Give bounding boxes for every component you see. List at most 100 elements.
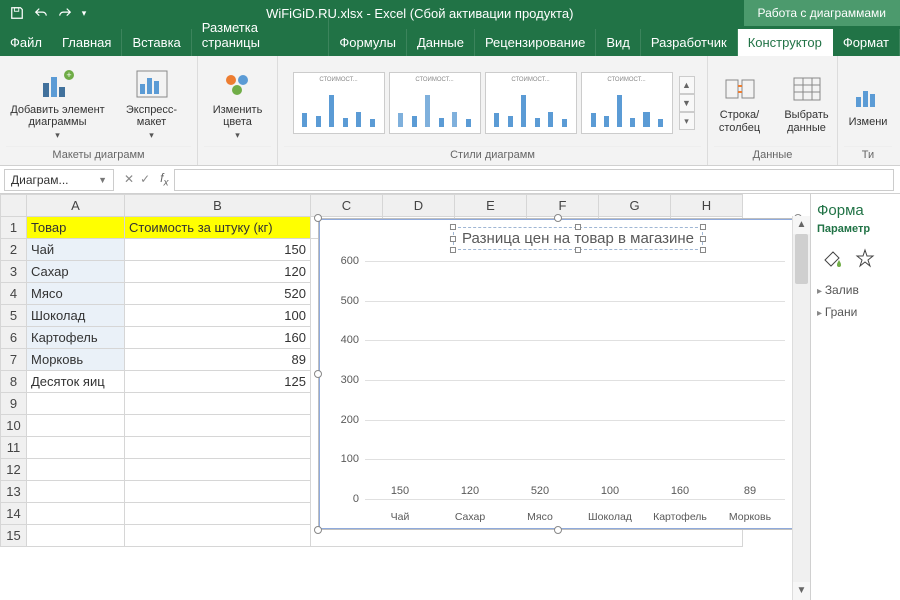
tab-home[interactable]: Главная <box>52 29 122 56</box>
row-header[interactable]: 5 <box>1 305 27 327</box>
cell[interactable]: Сахар <box>27 261 125 283</box>
save-button[interactable] <box>6 2 28 24</box>
cell[interactable] <box>27 393 125 415</box>
cell[interactable] <box>27 437 125 459</box>
worksheet-grid[interactable]: A B C D E F G H 1ТоварСтоимость за штуку… <box>0 194 810 600</box>
cell[interactable] <box>125 525 311 547</box>
effects-icon[interactable] <box>850 245 880 271</box>
change-colors-button[interactable]: Изменить цвета▾ <box>202 66 274 141</box>
quick-layout-button[interactable]: Экспресс-макет▾ <box>116 66 188 141</box>
col-header-H[interactable]: H <box>671 195 743 217</box>
select-all-corner[interactable] <box>1 195 27 217</box>
formula-bar-input[interactable] <box>174 169 894 191</box>
tab-review[interactable]: Рецензирование <box>475 29 596 56</box>
scroll-up-button[interactable]: ▲ <box>793 216 810 234</box>
resize-handle[interactable] <box>314 214 322 222</box>
row-header[interactable]: 12 <box>1 459 27 481</box>
cell[interactable]: 120 <box>125 261 311 283</box>
tab-developer[interactable]: Разработчик <box>641 29 738 56</box>
tab-insert[interactable]: Вставка <box>122 29 191 56</box>
cell[interactable] <box>125 503 311 525</box>
name-box[interactable]: Диаграм... ▼ <box>4 169 114 191</box>
row-header[interactable]: 9 <box>1 393 27 415</box>
col-header-C[interactable]: C <box>311 195 383 217</box>
undo-button[interactable] <box>30 2 52 24</box>
col-header-E[interactable]: E <box>455 195 527 217</box>
cell[interactable]: Чай <box>27 239 125 261</box>
styles-scroll-down[interactable]: ▼ <box>679 94 695 112</box>
add-chart-element-button[interactable]: + Добавить элемент диаграммы▾ <box>10 66 106 141</box>
cell[interactable] <box>27 481 125 503</box>
cell[interactable]: Картофель <box>27 327 125 349</box>
styles-scroll-up[interactable]: ▲ <box>679 76 695 94</box>
fx-icon[interactable]: fx <box>160 171 168 188</box>
row-header[interactable]: 3 <box>1 261 27 283</box>
embedded-chart[interactable]: Разница цен на товар в магазине 01002003… <box>318 218 798 530</box>
row-header[interactable]: 15 <box>1 525 27 547</box>
cell[interactable]: 125 <box>125 371 311 393</box>
cancel-formula-icon[interactable]: ✕ <box>124 172 134 186</box>
cell[interactable]: Стоимость за штуку (кг) <box>125 217 311 239</box>
customize-qa-dropdown[interactable]: ▾ <box>78 2 90 24</box>
name-box-dropdown-icon[interactable]: ▼ <box>98 175 107 185</box>
cell[interactable] <box>125 459 311 481</box>
tab-chart-design[interactable]: Конструктор <box>738 29 833 56</box>
cell[interactable] <box>27 459 125 481</box>
row-header[interactable]: 11 <box>1 437 27 459</box>
col-header-G[interactable]: G <box>599 195 671 217</box>
vertical-scrollbar[interactable]: ▲ ▼ <box>792 216 810 600</box>
tab-formulas[interactable]: Формулы <box>329 29 407 56</box>
row-header[interactable]: 2 <box>1 239 27 261</box>
chart-style-3[interactable]: СТОИМОСТ... <box>485 72 577 134</box>
cell[interactable]: 89 <box>125 349 311 371</box>
row-header[interactable]: 4 <box>1 283 27 305</box>
cell[interactable] <box>125 481 311 503</box>
tab-chart-format[interactable]: Формат <box>833 29 900 56</box>
cell[interactable]: Шоколад <box>27 305 125 327</box>
chart-style-2[interactable]: СТОИМОСТ... <box>389 72 481 134</box>
border-section[interactable]: Грани <box>817 301 894 323</box>
cell[interactable]: 160 <box>125 327 311 349</box>
scroll-down-button[interactable]: ▼ <box>793 582 810 600</box>
row-header[interactable]: 8 <box>1 371 27 393</box>
row-header[interactable]: 13 <box>1 481 27 503</box>
row-header[interactable]: 6 <box>1 327 27 349</box>
cell[interactable]: Мясо <box>27 283 125 305</box>
chart-style-4[interactable]: СТОИМОСТ... <box>581 72 673 134</box>
change-chart-type-button[interactable]: Измени <box>841 78 895 129</box>
chart-title[interactable]: Разница цен на товар в магазине <box>453 227 703 250</box>
tab-data[interactable]: Данные <box>407 29 475 56</box>
select-data-button[interactable]: Выбрать данные <box>779 71 835 134</box>
tab-file[interactable]: Файл <box>0 29 52 56</box>
cell[interactable]: 150 <box>125 239 311 261</box>
cell[interactable] <box>125 437 311 459</box>
col-header-D[interactable]: D <box>383 195 455 217</box>
cell[interactable]: Товар <box>27 217 125 239</box>
cell[interactable]: Десяток яиц <box>27 371 125 393</box>
cell[interactable] <box>125 415 311 437</box>
scroll-thumb[interactable] <box>795 234 808 284</box>
cell[interactable]: Морковь <box>27 349 125 371</box>
chart-plot-area[interactable]: 15012052010016089 <box>365 261 785 499</box>
col-header-F[interactable]: F <box>527 195 599 217</box>
cell[interactable] <box>27 525 125 547</box>
row-header[interactable]: 1 <box>1 217 27 239</box>
row-header[interactable]: 14 <box>1 503 27 525</box>
col-header-B[interactable]: B <box>125 195 311 217</box>
resize-handle[interactable] <box>554 214 562 222</box>
enter-formula-icon[interactable]: ✓ <box>140 172 150 186</box>
row-header[interactable]: 7 <box>1 349 27 371</box>
tab-page-layout[interactable]: Разметка страницы <box>192 14 330 56</box>
cell[interactable] <box>27 415 125 437</box>
paint-bucket-icon[interactable] <box>817 245 847 271</box>
switch-row-column-button[interactable]: Строка/столбец <box>711 71 769 134</box>
row-header[interactable]: 10 <box>1 415 27 437</box>
redo-button[interactable] <box>54 2 76 24</box>
cell[interactable]: 100 <box>125 305 311 327</box>
fill-section[interactable]: Залив <box>817 279 894 301</box>
chart-style-1[interactable]: СТОИМОСТ... <box>293 72 385 134</box>
resize-handle[interactable] <box>314 526 322 534</box>
styles-gallery-more[interactable]: ▾ <box>679 112 695 130</box>
cell[interactable] <box>27 503 125 525</box>
cell[interactable]: 520 <box>125 283 311 305</box>
